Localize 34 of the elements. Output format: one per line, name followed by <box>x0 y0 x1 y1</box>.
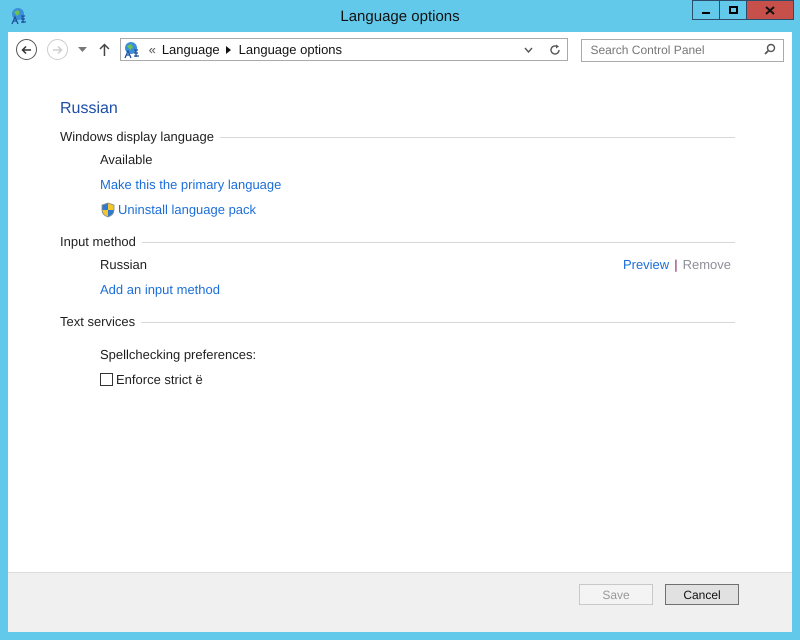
link-separator: | <box>674 256 678 274</box>
section-title: Text services <box>60 313 136 332</box>
breadcrumb[interactable]: Language options <box>238 40 342 60</box>
overflow-chevron[interactable]: « <box>148 40 156 60</box>
input-method-name: Russian <box>100 256 147 274</box>
back-arrow-icon <box>20 44 32 54</box>
cancel-button[interactable]: Cancel <box>665 584 739 605</box>
section-title: Windows display language <box>60 128 214 146</box>
link[interactable]: Make this the primary language <box>100 172 282 197</box>
link[interactable]: Add an input method <box>100 277 220 302</box>
link[interactable]: Preview <box>622 254 670 274</box>
dropdown-icon[interactable] <box>524 46 534 52</box>
section-title: Input method <box>60 233 136 252</box>
back-button[interactable] <box>16 39 37 60</box>
close-button[interactable] <box>747 0 794 20</box>
window-title: Language options <box>340 7 460 27</box>
breadcrumb-arrow-icon[interactable] <box>226 46 231 54</box>
forward-arrow-icon <box>52 44 63 54</box>
language-heading: Russian <box>60 99 118 119</box>
up-arrow-icon[interactable] <box>98 43 110 56</box>
address-bar[interactable]: « Language Language options <box>120 38 568 61</box>
link[interactable]: Uninstall language pack <box>118 200 256 220</box>
dropdown-icon[interactable] <box>78 47 87 52</box>
info-text: Available <box>100 151 153 169</box>
checkbox[interactable] <box>100 373 113 386</box>
search-icon <box>764 43 776 55</box>
shield-icon <box>100 202 116 218</box>
search-field[interactable]: Search Control Panel <box>581 38 784 62</box>
close-icon <box>765 6 775 14</box>
info-text: Spellchecking preferences: <box>100 346 256 364</box>
breadcrumb[interactable]: Language <box>162 40 220 60</box>
minimize-button[interactable] <box>692 0 720 20</box>
refresh-icon[interactable] <box>549 44 562 56</box>
checkbox-label: Enforce strict ë <box>116 370 203 389</box>
